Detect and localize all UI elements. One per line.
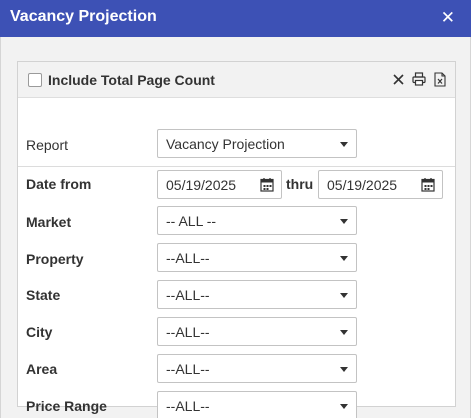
date-to-value: 05/19/2025 [327, 177, 398, 193]
calendar-icon[interactable] [260, 177, 274, 192]
market-select[interactable]: -- ALL -- [157, 206, 357, 235]
area-label: Area [26, 361, 58, 377]
date-from-value: 05/19/2025 [166, 177, 237, 193]
clear-icon[interactable] [391, 71, 405, 87]
chevron-down-icon [340, 404, 348, 409]
city-label: City [26, 324, 53, 340]
market-label: Market [26, 214, 72, 230]
panel-header: Include Total Page Count [18, 62, 455, 98]
dialog-titlebar: Vacancy Projection ✕ [0, 0, 471, 37]
date-from-input[interactable]: 05/19/2025 [157, 170, 282, 199]
state-select[interactable]: --ALL-- [157, 280, 357, 309]
panel-toolbar [391, 71, 447, 87]
report-label: Report [26, 137, 69, 153]
city-select[interactable]: --ALL-- [157, 317, 357, 346]
property-select[interactable]: --ALL-- [157, 243, 357, 272]
calendar-icon[interactable] [421, 177, 435, 192]
state-label: State [26, 287, 61, 303]
price-range-value: --ALL-- [166, 398, 210, 414]
chevron-down-icon [340, 142, 348, 147]
chevron-down-icon [340, 330, 348, 335]
report-value: Vacancy Projection [166, 136, 285, 152]
chevron-down-icon [340, 293, 348, 298]
chevron-down-icon [340, 367, 348, 372]
print-icon[interactable] [412, 71, 426, 87]
include-page-count-label: Include Total Page Count [48, 72, 215, 88]
price-range-select[interactable]: --ALL-- [157, 391, 357, 418]
include-page-count-checkbox[interactable] [28, 73, 42, 87]
chevron-down-icon [340, 256, 348, 261]
dialog-body: Include Total Page Count Report Vacancy … [0, 37, 471, 418]
area-select[interactable]: --ALL-- [157, 354, 357, 383]
excel-export-icon[interactable] [433, 71, 447, 87]
chevron-down-icon [340, 219, 348, 224]
property-label: Property [26, 251, 84, 267]
property-value: --ALL-- [166, 250, 210, 266]
date-to-input[interactable]: 05/19/2025 [318, 170, 443, 199]
date-from-label: Date from [26, 176, 92, 192]
report-select[interactable]: Vacancy Projection [157, 129, 357, 158]
area-value: --ALL-- [166, 361, 210, 377]
report-panel: Include Total Page Count Report Vacancy … [17, 61, 456, 418]
city-value: --ALL-- [166, 324, 210, 340]
divider [18, 166, 455, 167]
dialog-title: Vacancy Projection [10, 8, 157, 25]
close-icon[interactable]: ✕ [441, 8, 455, 28]
price-range-label: Price Range [26, 398, 107, 414]
state-value: --ALL-- [166, 287, 210, 303]
thru-label: thru [286, 176, 314, 192]
market-value: -- ALL -- [166, 213, 217, 229]
